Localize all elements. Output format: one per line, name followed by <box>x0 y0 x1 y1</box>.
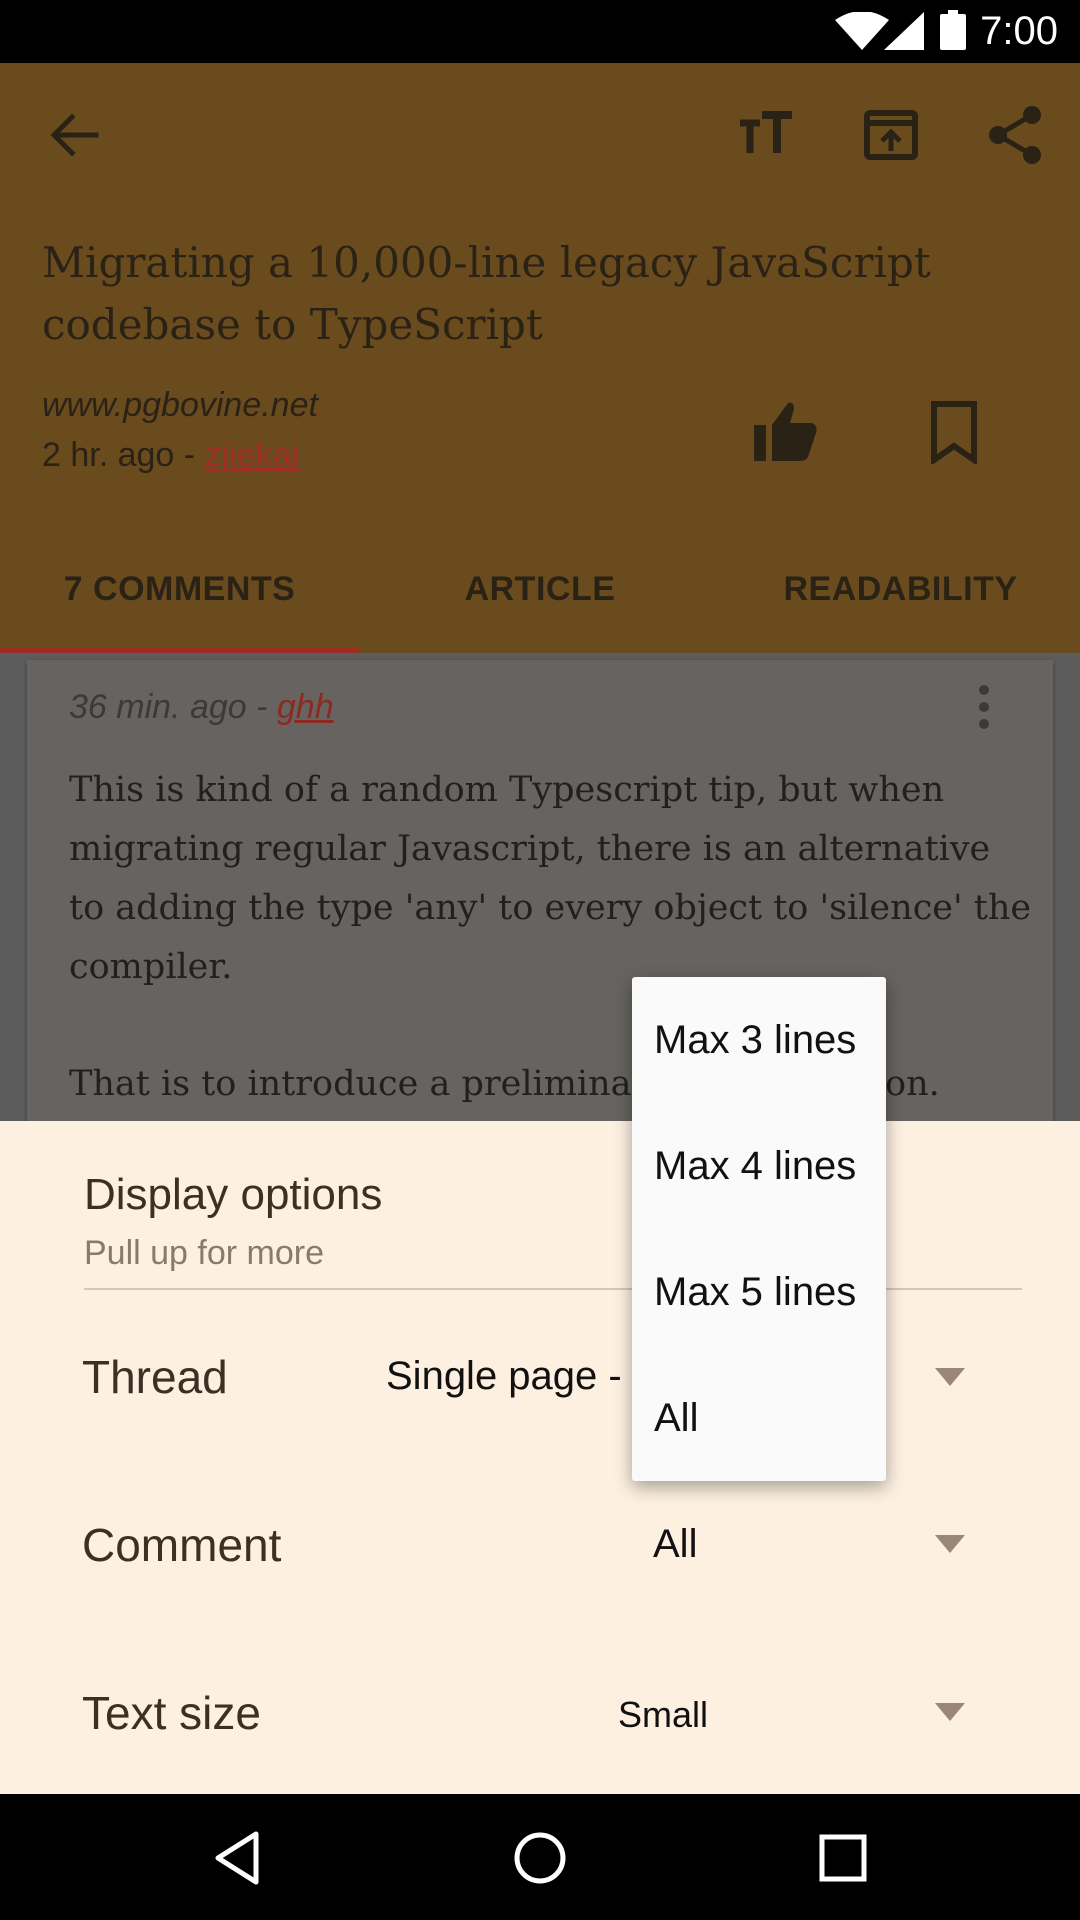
back-icon <box>50 113 99 157</box>
navigation-bar <box>0 1794 1080 1920</box>
sheet-subtitle: Pull up for more <box>84 1234 324 1272</box>
story-age: 2 hr. ago - <box>42 436 205 474</box>
tab-readability[interactable]: READABILITY <box>721 555 1080 653</box>
status-bar: 7:00 <box>0 0 1080 63</box>
comment-text-line: migrating regular Javascript, there is a… <box>69 829 991 869</box>
text-size-button[interactable] <box>730 99 802 171</box>
text-size-select-value[interactable]: Small <box>618 1694 708 1736</box>
comment-meta: 36 min. ago - ghh <box>69 688 334 727</box>
nav-back-icon[interactable] <box>206 1826 270 1890</box>
tab-bar: 7 COMMENTS ARTICLE READABILITY <box>0 555 1080 653</box>
share-button[interactable] <box>980 99 1052 171</box>
dropdown-option[interactable]: Max 5 lines <box>654 1270 856 1315</box>
story-author-link[interactable]: zjiekai <box>205 436 299 474</box>
open-external-icon <box>864 110 918 160</box>
more-vert-icon[interactable] <box>966 682 1002 732</box>
share-icon <box>989 106 1041 164</box>
wifi-icon <box>835 12 889 50</box>
status-time: 7:00 <box>980 9 1058 53</box>
thread-label: Thread <box>82 1351 228 1403</box>
comment-author-link[interactable]: ghh <box>277 688 334 726</box>
tab-comments[interactable]: 7 COMMENTS <box>0 555 359 653</box>
tab-article[interactable]: ARTICLE <box>359 555 721 653</box>
comment-text-line: compiler. <box>69 947 233 987</box>
thread-select-value[interactable]: Single page - <box>386 1354 622 1399</box>
bookmark-icon[interactable] <box>924 400 984 464</box>
comment-text-line: on. <box>885 1064 940 1104</box>
comment-age: 36 min. ago - <box>69 688 277 726</box>
sheet-title: Display options <box>84 1170 383 1219</box>
nav-recents-icon[interactable] <box>811 1826 875 1890</box>
dropdown-option[interactable]: Max 4 lines <box>654 1144 856 1189</box>
back-button[interactable] <box>38 99 110 171</box>
thumb-up-icon[interactable] <box>750 397 820 467</box>
text-size-label: Text size <box>82 1687 261 1739</box>
comment-text-line: This is kind of a random Typescript tip,… <box>69 770 945 810</box>
chevron-down-icon[interactable] <box>935 1368 965 1386</box>
comment-text-line: That is to introduce a preliminar <box>69 1064 649 1104</box>
story-site[interactable]: www.pgbovine.net <box>42 386 318 425</box>
nav-home-icon[interactable] <box>508 1826 572 1890</box>
battery-icon <box>940 10 966 50</box>
dropdown-option[interactable]: Max 3 lines <box>654 1018 856 1063</box>
dropdown-option[interactable]: All <box>654 1396 698 1441</box>
comment-select-value[interactable]: All <box>653 1522 697 1567</box>
chevron-down-icon[interactable] <box>935 1703 965 1721</box>
story-meta: 2 hr. ago - zjiekai <box>42 436 299 475</box>
comment-label: Comment <box>82 1519 282 1571</box>
story-title: Migrating a 10,000-line legacy JavaScrip… <box>42 238 931 349</box>
chevron-down-icon[interactable] <box>935 1535 965 1553</box>
comment-text-line: to adding the type 'any' to every object… <box>69 888 1032 928</box>
open-external-button[interactable] <box>855 99 927 171</box>
signal-icon <box>884 12 924 50</box>
text-size-icon <box>740 111 792 153</box>
